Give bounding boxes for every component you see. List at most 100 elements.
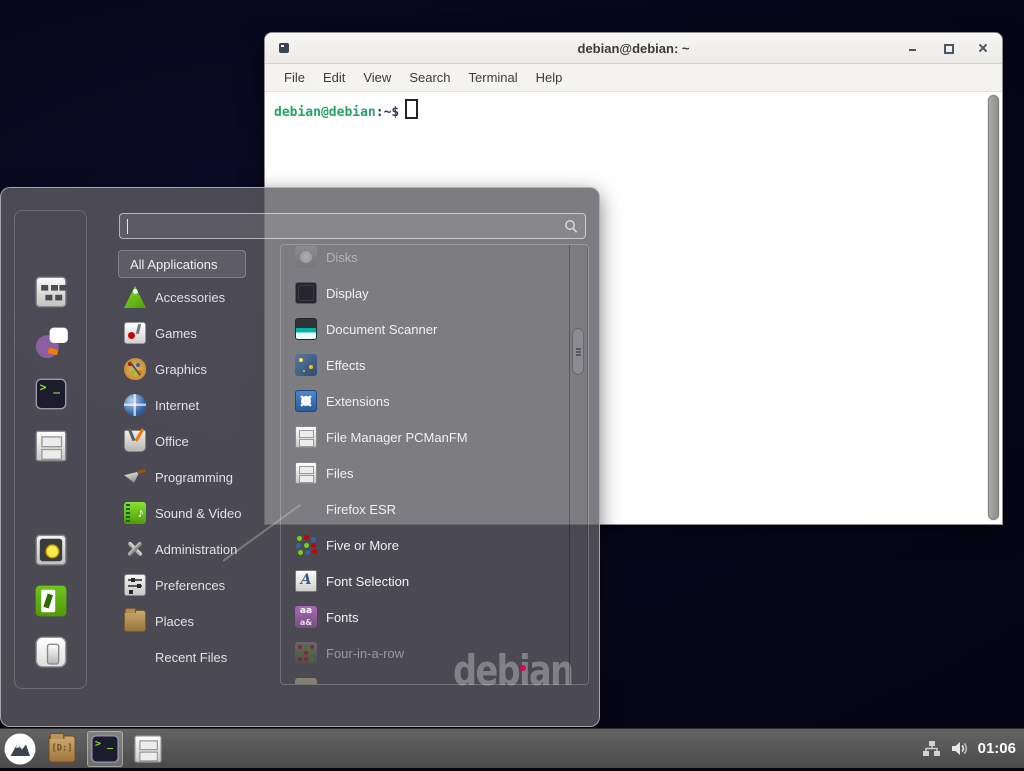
menu-button[interactable]	[3, 732, 37, 766]
fourinarow-icon	[295, 642, 317, 664]
terminal-menubar: FileEditViewSearchTerminalHelp	[265, 64, 1002, 92]
window-controls	[906, 33, 990, 63]
menubar-item[interactable]: View	[354, 70, 400, 85]
network-icon[interactable]	[922, 740, 941, 757]
internet-icon	[124, 394, 146, 416]
taskbar-file-manager[interactable]	[44, 731, 80, 767]
firefox-icon	[295, 498, 317, 520]
terminal-icon	[91, 735, 119, 763]
terminal-titlebar[interactable]: debian@debian: ~	[265, 33, 1002, 64]
favorite-terminal[interactable]	[35, 379, 67, 410]
category-sound-video[interactable]: Sound & Video	[118, 495, 276, 531]
app-firefox-esr[interactable]: Firefox ESR	[281, 491, 570, 527]
screensaver-icon	[35, 534, 66, 565]
menubar-item[interactable]: Help	[527, 70, 572, 85]
prompt-user: debian@debian	[274, 105, 376, 120]
apps-scrollbar-thumb[interactable]	[572, 328, 584, 375]
app-five-or-more[interactable]: Five or More	[281, 527, 570, 563]
cabinet-icon	[295, 462, 317, 484]
volume-icon[interactable]	[950, 740, 969, 757]
apps-scrollbar[interactable]	[569, 245, 588, 684]
app-display[interactable]: Display	[281, 275, 570, 311]
search-box[interactable]	[119, 213, 586, 239]
terminal-cursor	[405, 99, 418, 119]
maximize-icon[interactable]	[941, 41, 955, 55]
soundvideo-icon	[124, 502, 146, 524]
minimize-icon[interactable]	[906, 41, 920, 55]
terminal-scrollbar-thumb[interactable]	[988, 95, 999, 520]
menubar-item[interactable]: Search	[400, 70, 459, 85]
folder-tan-icon	[48, 735, 76, 763]
favorites-column	[14, 210, 87, 689]
category-administration[interactable]: Administration	[118, 531, 276, 567]
categories-list: AccessoriesGamesGraphicsInternetOfficePr…	[118, 279, 276, 675]
menubar-item[interactable]: File	[275, 70, 314, 85]
taskbar-clock[interactable]: 01:06	[978, 740, 1016, 757]
taskbar: 01:06	[0, 728, 1024, 768]
app-gdebi-package-installer[interactable]: GDebi Package Installer	[281, 671, 570, 685]
category-accessories[interactable]: Accessories	[118, 279, 276, 315]
category-places[interactable]: Places	[118, 603, 276, 639]
menubar-item[interactable]: Terminal	[460, 70, 527, 85]
app-fonts[interactable]: Fonts	[281, 599, 570, 635]
category-recent-files[interactable]: Recent Files	[118, 639, 276, 675]
taskbar-launchers	[44, 731, 166, 767]
display-icon	[295, 282, 317, 304]
category-games[interactable]: Games	[118, 315, 276, 351]
empty-icon-slot	[124, 646, 146, 668]
terminal-scrollbar[interactable]	[987, 94, 1000, 521]
app-files[interactable]: Files	[281, 455, 570, 491]
category-all-applications[interactable]: All Applications	[118, 250, 246, 278]
close-icon[interactable]	[976, 41, 990, 55]
apps-panel: DisksDisplayDocument ScannerEffectsExten…	[280, 244, 589, 685]
app-effects[interactable]: Effects	[281, 347, 570, 383]
extensions-icon	[295, 390, 317, 412]
cabinet-icon	[295, 426, 317, 448]
favorite-firefox[interactable]	[35, 225, 67, 256]
office-icon	[124, 430, 146, 452]
firefox-icon	[35, 225, 66, 256]
category-graphics[interactable]: Graphics	[118, 351, 276, 387]
app-disks[interactable]: Disks	[281, 244, 570, 275]
favorite-screensaver[interactable]	[35, 534, 67, 565]
effects-icon	[295, 354, 317, 376]
category-internet[interactable]: Internet	[118, 387, 276, 423]
favorite-software[interactable]	[35, 276, 67, 307]
app-file-manager-pcmanfm[interactable]: File Manager PCManFM	[281, 419, 570, 455]
favorite-logout[interactable]	[35, 586, 67, 617]
menubar-item[interactable]: Edit	[314, 70, 354, 85]
admin-icon	[124, 538, 146, 560]
games-icon	[124, 322, 146, 344]
search-input[interactable]	[120, 214, 585, 238]
taskbar-terminal[interactable]	[87, 731, 123, 767]
system-tray: 01:06	[922, 740, 1024, 757]
accessories-icon	[124, 286, 146, 308]
preferences-icon	[124, 574, 146, 596]
fonts-icon	[295, 606, 317, 628]
search-icon	[564, 219, 578, 234]
gdebi-icon	[295, 678, 317, 685]
category-programming[interactable]: Programming	[118, 459, 276, 495]
favorite-shutdown[interactable]	[35, 637, 67, 668]
fontsel-icon	[295, 570, 317, 592]
window-title: debian@debian: ~	[265, 41, 1002, 56]
desktop: debian@debian: ~ FileEditViewSearchTermi…	[0, 0, 1024, 768]
app-document-scanner[interactable]: Document Scanner	[281, 311, 570, 347]
favorite-pidgin[interactable]	[35, 328, 67, 359]
docscanner-icon	[295, 318, 317, 340]
app-extensions[interactable]: Extensions	[281, 383, 570, 419]
prompt-line: debian@debian:~$	[274, 99, 418, 120]
terminal-icon	[35, 379, 66, 410]
app-four-in-a-row[interactable]: Four-in-a-row	[281, 635, 570, 671]
disks-icon	[295, 246, 317, 268]
places-icon	[124, 610, 146, 632]
fiveormore-icon	[295, 534, 317, 556]
prompt-suffix: :~$	[376, 105, 399, 120]
category-office[interactable]: Office	[118, 423, 276, 459]
pidgin-icon	[35, 328, 66, 359]
app-font-selection[interactable]: Font Selection	[281, 563, 570, 599]
taskbar-files[interactable]	[130, 731, 166, 767]
category-preferences[interactable]: Preferences	[118, 567, 276, 603]
favorite-files[interactable]	[35, 430, 67, 461]
graphics-icon	[124, 358, 146, 380]
